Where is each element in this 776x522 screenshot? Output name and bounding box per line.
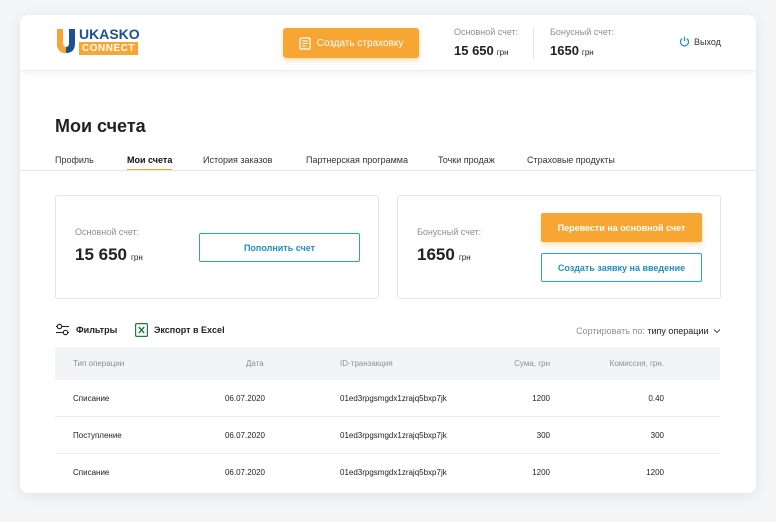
cell-date: 06.07.2020 bbox=[224, 468, 265, 477]
transfer-to-main-button[interactable]: Перевести на основной счет bbox=[541, 213, 702, 242]
cell-amount: 1200 bbox=[532, 394, 550, 403]
filters-label: Фильтры bbox=[76, 324, 118, 335]
cell-type: Поступление bbox=[73, 431, 122, 440]
sort-label: Сортировать по: bbox=[576, 326, 645, 336]
top-up-button[interactable]: Пополнить счет bbox=[199, 233, 360, 262]
app-window: UKASKO CONNECT Создать страховку Основно… bbox=[20, 15, 756, 493]
tab-sales-points[interactable]: Точки продаж bbox=[438, 155, 495, 165]
header-bonus-account-label: Бонусный счет: bbox=[550, 27, 615, 37]
header-main-account: Основной счет: 15 650 грн bbox=[454, 27, 518, 58]
header-main-account-label: Основной счет: bbox=[454, 27, 519, 37]
page-title: Мои счета bbox=[55, 116, 146, 136]
sliders-icon bbox=[56, 323, 69, 336]
column-header-type: Тип операции bbox=[73, 359, 125, 368]
header-bonus-account-value: 1650 грн bbox=[550, 43, 594, 58]
create-insurance-button[interactable]: Создать страховку bbox=[283, 28, 419, 58]
bonus-account-card: Бонусный счет: 1650 грн Перевести на осно… bbox=[397, 195, 721, 299]
column-header-transaction-id: ID-транзакция bbox=[340, 359, 393, 368]
column-header-date: Дата bbox=[246, 359, 264, 368]
tab-partner-program[interactable]: Партнерская программа bbox=[306, 155, 408, 165]
cell-commission: 300 bbox=[650, 431, 664, 440]
main-account-label: Основной счет: bbox=[75, 227, 140, 237]
excel-icon bbox=[135, 323, 148, 337]
column-header-commission: Комиссия, грн. bbox=[609, 359, 664, 368]
main-account-value: 15 650 грн bbox=[75, 245, 143, 264]
top-header: UKASKO CONNECT Создать страховку Основно… bbox=[20, 15, 756, 71]
cell-date: 06.07.2020 bbox=[224, 431, 265, 440]
table-header: Тип операции Дата ID-транзакция Сума, гр… bbox=[55, 347, 720, 380]
bonus-account-label: Бонусный счет: bbox=[417, 227, 482, 237]
table-row[interactable]: Списание 06.07.2020 01ed3rpgsmgdx1zrajq5… bbox=[55, 380, 720, 417]
export-excel-button[interactable]: Экспорт в Excel bbox=[135, 323, 225, 337]
document-icon bbox=[299, 36, 311, 50]
create-request-button[interactable]: Создать заявку на введение bbox=[541, 253, 702, 282]
cell-transaction-id: 01ed3rpgsmgdx1zrajq5bxp7jk bbox=[340, 431, 447, 440]
u-shape-logo-icon bbox=[57, 29, 75, 53]
logout-button[interactable]: Выход bbox=[679, 36, 721, 47]
power-icon bbox=[679, 36, 690, 47]
table-row[interactable]: Списание 06.07.2020 01ed3rpgsmgdx1zrajq5… bbox=[55, 454, 720, 491]
sort-control: Сортировать по: типу операции bbox=[576, 326, 721, 336]
sort-dropdown[interactable]: типу операции bbox=[647, 326, 721, 336]
tab-insurance-products[interactable]: Страховые продукты bbox=[527, 155, 615, 165]
tab-profile[interactable]: Профиль bbox=[55, 155, 94, 165]
bonus-account-value: 1650 грн bbox=[417, 245, 471, 264]
cell-date: 06.07.2020 bbox=[224, 394, 265, 403]
tabs-divider bbox=[20, 170, 756, 171]
cell-commission: 0.40 bbox=[648, 394, 664, 403]
logo-text-top: UKASKO bbox=[79, 26, 140, 42]
cell-type: Списание bbox=[73, 468, 110, 477]
export-excel-label: Экспорт в Excel bbox=[154, 325, 225, 335]
cell-commission: 1200 bbox=[646, 468, 664, 477]
logout-label: Выход bbox=[694, 36, 721, 47]
cell-transaction-id: 01ed3rpgsmgdx1zrajq5bxp7jk bbox=[340, 394, 447, 403]
tab-my-accounts[interactable]: Мои счета bbox=[127, 155, 173, 171]
tab-order-history[interactable]: История заказов bbox=[203, 155, 272, 165]
header-divider bbox=[533, 27, 534, 59]
chevron-down-icon bbox=[713, 329, 721, 334]
header-bonus-account: Бонусный счет: 1650 грн bbox=[550, 27, 614, 58]
logo[interactable]: UKASKO CONNECT bbox=[55, 27, 140, 57]
cell-transaction-id: 01ed3rpgsmgdx1zrajq5bxp7jk bbox=[340, 468, 447, 477]
logo-text-bottom: CONNECT bbox=[79, 42, 138, 55]
cell-type: Списание bbox=[73, 394, 110, 403]
column-header-amount: Сума, грн bbox=[514, 359, 550, 368]
main-account-card: Основной счет: 15 650 грн Пополнить счет bbox=[55, 195, 379, 299]
table-row[interactable]: Поступление 06.07.2020 01ed3rpgsmgdx1zra… bbox=[55, 417, 720, 454]
create-insurance-label: Создать страховку bbox=[316, 37, 404, 49]
filters-button[interactable]: Фильтры bbox=[55, 323, 117, 336]
cell-amount: 300 bbox=[536, 431, 550, 440]
cell-amount: 1200 bbox=[532, 468, 550, 477]
header-main-account-value: 15 650 грн bbox=[454, 43, 509, 58]
